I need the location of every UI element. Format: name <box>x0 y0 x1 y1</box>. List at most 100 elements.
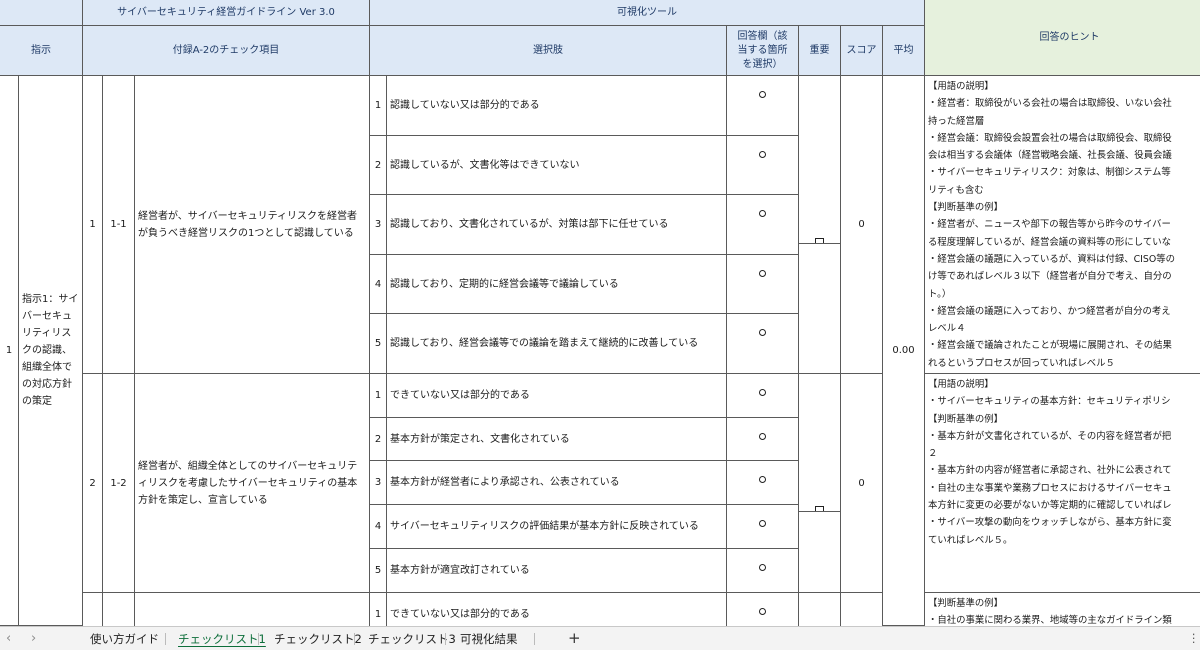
radio-button-icon[interactable] <box>758 520 766 527</box>
tab-checklist-1[interactable]: チェックリスト1 <box>178 631 266 647</box>
option-number[interactable]: 5 <box>370 549 387 593</box>
option-number[interactable]: 3 <box>370 461 387 505</box>
hint-cell[interactable]: 【判断基準の例】 ・自社の事業に関わる業界、地域等の主なガイドライン類 <box>925 593 1200 626</box>
importance-cell[interactable] <box>799 593 841 626</box>
option-number[interactable]: 2 <box>370 136 387 195</box>
header-check-item[interactable]: 付録A-2のチェック項目 <box>83 26 370 76</box>
header-importance[interactable]: 重要 <box>799 26 841 76</box>
radio-button-icon[interactable] <box>758 608 766 615</box>
option-number[interactable]: 3 <box>370 195 387 255</box>
score-cell[interactable] <box>841 593 883 626</box>
item-description[interactable]: 経営者が、サイバーセキュリティリスクを経営者が負うべき経営リスクの1つとして認識… <box>135 76 370 374</box>
hint-line: け等であればレベル３以下（経営者が自分で考え、自分の <box>928 271 1172 283</box>
item-group-number[interactable]: 1 <box>83 76 103 374</box>
hint-line: ・自社の事業に関わる業界、地域等の主なガイドライン類 <box>928 615 1172 626</box>
answer-radio-cell[interactable] <box>727 593 799 626</box>
option-text[interactable]: 基本方針が経営者により承認され、公表されている <box>387 461 727 505</box>
option-text[interactable]: できていない又は部分的である <box>387 374 727 418</box>
hint-line: 【判断基準の例】 <box>928 202 1004 214</box>
tab-checklist-2[interactable]: チェックリスト2 <box>274 631 362 647</box>
item-code[interactable]: 1-2 <box>103 374 135 593</box>
hint-line: ・サイバーセキュリティの基本方針：セキュリティポリシ <box>928 396 1171 408</box>
radio-button-icon[interactable] <box>758 151 766 158</box>
importance-cell[interactable] <box>799 512 841 593</box>
item-description[interactable]: 経営者が、組織全体としてのサイバーセキュリティリスクを考慮したサイバーセキュリテ… <box>135 374 370 593</box>
header-blank-cell[interactable] <box>0 0 83 26</box>
header-average[interactable]: 平均 <box>883 26 925 76</box>
tab-checklist-3[interactable]: チェックリスト3 <box>368 631 456 647</box>
option-text[interactable]: 基本方針が適宜改訂されている <box>387 549 727 593</box>
radio-button-icon[interactable] <box>758 91 766 98</box>
answer-radio-cell[interactable] <box>727 505 799 549</box>
hint-cell[interactable]: 【用語の説明】 ・経営者：取締役がいる会社の場合は取締役、いない会社 持った経営… <box>925 76 1200 374</box>
radio-button-icon[interactable] <box>758 476 766 483</box>
importance-checkbox-cell[interactable] <box>799 76 841 244</box>
radio-button-icon[interactable] <box>758 564 766 571</box>
header-guideline[interactable]: サイバーセキュリティ経営ガイドライン Ver 3.0 <box>83 0 370 26</box>
importance-cell[interactable] <box>799 244 841 374</box>
answer-radio-cell[interactable] <box>727 76 799 136</box>
item-description[interactable] <box>135 593 370 626</box>
radio-button-icon[interactable] <box>758 270 766 277</box>
average-value[interactable]: 0.00 <box>883 76 925 626</box>
option-text[interactable]: できていない又は部分的である <box>387 593 727 626</box>
add-sheet-button[interactable]: + <box>568 629 581 647</box>
option-text[interactable]: 認識していない又は部分的である <box>387 76 727 136</box>
option-text[interactable]: 基本方針が策定され、文書化されている <box>387 418 727 461</box>
more-options-icon[interactable]: ⋮ <box>1188 631 1200 645</box>
item-group-number[interactable]: 2 <box>83 374 103 593</box>
option-text[interactable]: 認識しており、経営会議等での議論を踏まえて継続的に改善している <box>387 314 727 374</box>
hint-cell[interactable]: 【用語の説明】 ・サイバーセキュリティの基本方針：セキュリティポリシ 【判断基準… <box>925 374 1200 593</box>
radio-button-icon[interactable] <box>758 433 766 440</box>
radio-button-icon[interactable] <box>758 389 766 396</box>
tab-scroll-left-button[interactable]: ‹ <box>6 631 11 646</box>
sheet-tab-bar: ‹ › 使い方ガイド チェックリスト1 チェックリスト2 チェックリスト3 可視… <box>0 626 1200 650</box>
hint-line: 本方針に変更の必要がないか等定期的に確認していればレ <box>928 500 1172 512</box>
option-text[interactable]: 認識しており、定期的に経営会議等で議論している <box>387 255 727 314</box>
answer-radio-cell[interactable] <box>727 136 799 195</box>
answer-radio-cell[interactable] <box>727 255 799 314</box>
radio-button-icon[interactable] <box>758 210 766 217</box>
answer-radio-cell[interactable] <box>727 461 799 505</box>
item-group-number[interactable] <box>83 593 103 626</box>
item-code[interactable]: 1-1 <box>103 76 135 374</box>
item-code[interactable] <box>103 593 135 626</box>
header-options[interactable]: 選択肢 <box>370 26 727 76</box>
hint-line: レベル４ <box>928 323 966 335</box>
hint-line: 会は相当する会議体（経営戦略会議、社長会議、役員会議 <box>928 150 1172 162</box>
score-value[interactable]: 0 <box>841 76 883 374</box>
directive-text[interactable]: 指示1：サイバーセキュリティリスクの認識、組織全体での対応方針の策定 <box>19 76 83 626</box>
option-number[interactable]: 1 <box>370 593 387 626</box>
answer-radio-cell[interactable] <box>727 314 799 374</box>
option-text[interactable]: サイバーセキュリティリスクの評価結果が基本方針に反映されている <box>387 505 727 549</box>
spreadsheet-grid[interactable]: サイバーセキュリティ経営ガイドライン Ver 3.0 可視化ツール 回答のヒント… <box>0 0 1200 626</box>
option-number[interactable]: 4 <box>370 255 387 314</box>
tab-separator <box>354 633 355 645</box>
header-directive[interactable]: 指示 <box>0 26 83 76</box>
importance-checkbox-cell[interactable] <box>799 374 841 512</box>
option-text[interactable]: 認識しているが、文書化等はできていない <box>387 136 727 195</box>
header-score[interactable]: スコア <box>841 26 883 76</box>
answer-radio-cell[interactable] <box>727 195 799 255</box>
header-answer[interactable]: 回答欄（該当する箇所を選択） <box>727 26 799 76</box>
answer-radio-cell[interactable] <box>727 418 799 461</box>
hint-line: 【用語の説明】 <box>928 379 994 390</box>
header-tool[interactable]: 可視化ツール <box>370 0 925 26</box>
hint-line: ていればレベル５。 <box>928 534 1013 546</box>
option-number[interactable]: 1 <box>370 374 387 418</box>
option-number[interactable]: 5 <box>370 314 387 374</box>
header-hint[interactable]: 回答のヒント <box>925 0 1200 76</box>
option-text[interactable]: 認識しており、文書化されているが、対策は部下に任せている <box>387 195 727 255</box>
radio-button-icon[interactable] <box>758 329 766 336</box>
option-number[interactable]: 4 <box>370 505 387 549</box>
option-number[interactable]: 1 <box>370 76 387 136</box>
directive-number[interactable]: 1 <box>0 76 19 626</box>
answer-radio-cell[interactable] <box>727 374 799 418</box>
hint-line: ・経営者が、ニュースや部下の報告等から昨今のサイバー <box>928 219 1171 231</box>
tab-usage-guide[interactable]: 使い方ガイド <box>90 631 159 647</box>
tab-scroll-right-button[interactable]: › <box>31 631 36 646</box>
tab-visualization-results[interactable]: 可視化結果 <box>460 631 518 647</box>
score-value[interactable]: 0 <box>841 374 883 593</box>
option-number[interactable]: 2 <box>370 418 387 461</box>
answer-radio-cell[interactable] <box>727 549 799 593</box>
